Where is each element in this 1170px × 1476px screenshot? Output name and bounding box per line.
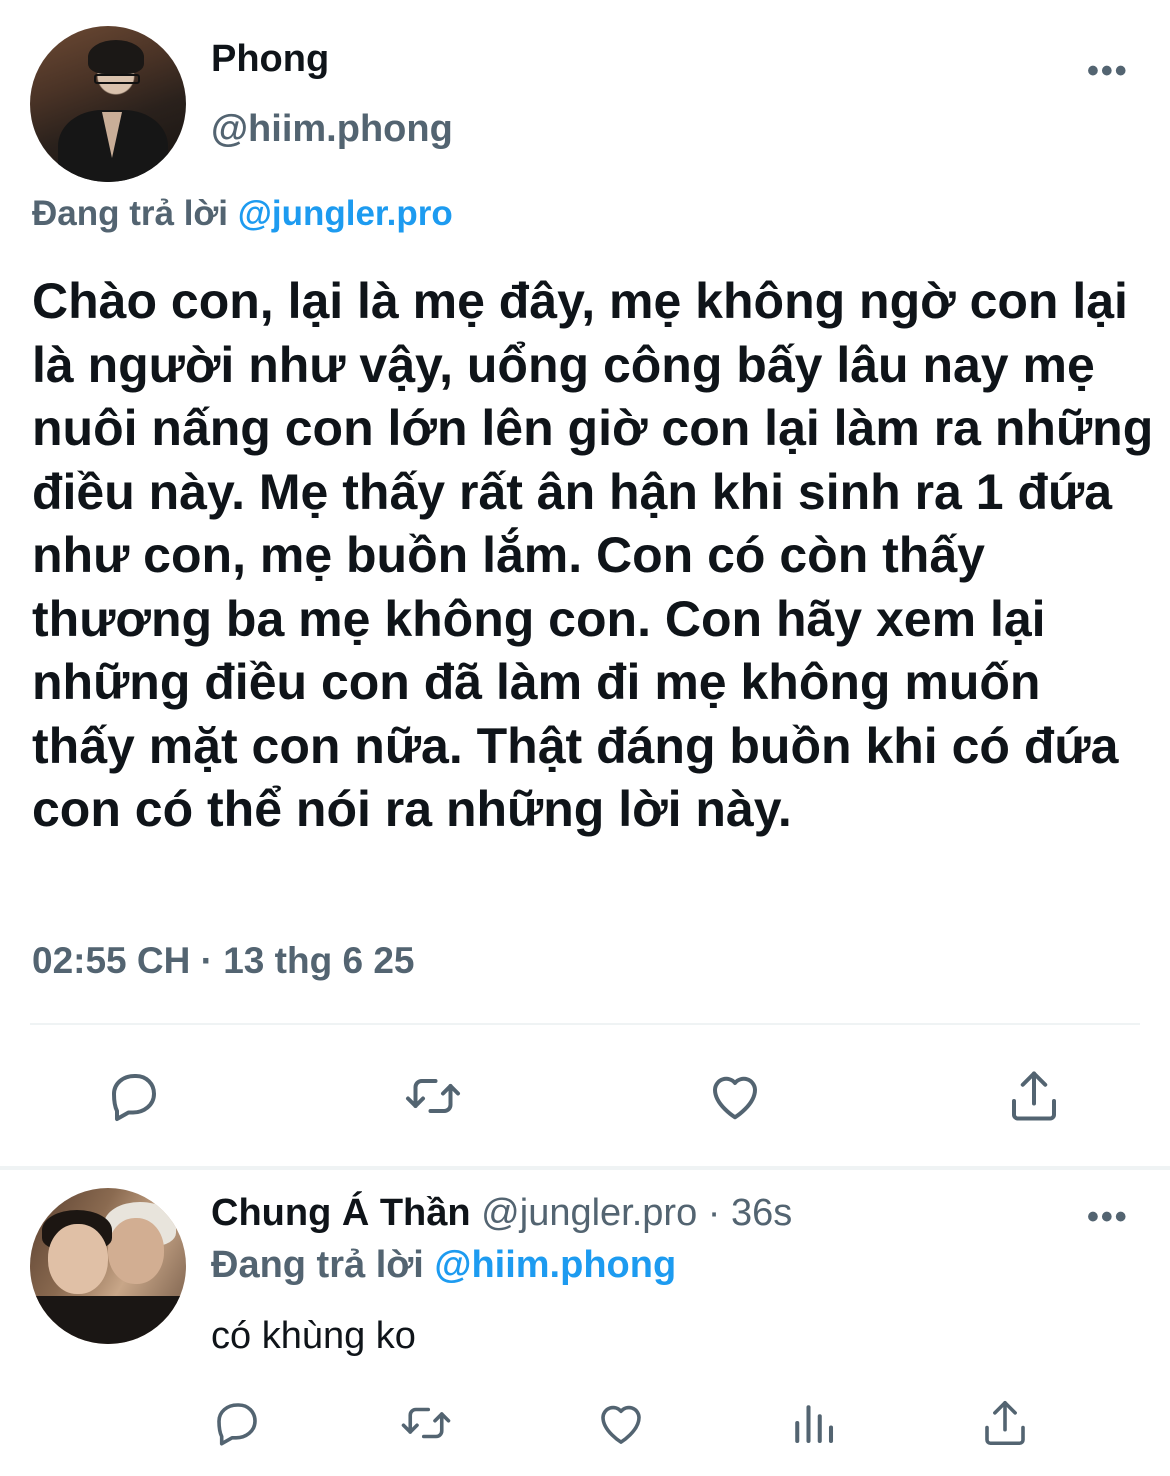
more-options-icon[interactable]: •••	[1087, 1198, 1129, 1237]
reply-icon[interactable]	[104, 1066, 164, 1126]
heart-icon[interactable]	[705, 1066, 765, 1126]
replying-to: Đang trả lời @jungler.pro	[32, 194, 453, 234]
reply-replying-to: Đang trả lời @hiim.phong	[211, 1244, 676, 1287]
share-icon[interactable]	[978, 1396, 1032, 1450]
more-options-icon[interactable]: •••	[1087, 52, 1129, 91]
author-name[interactable]: Phong	[211, 38, 329, 81]
reply-time[interactable]: · 36s	[697, 1192, 793, 1234]
replying-prefix: Đang trả lời	[211, 1244, 435, 1286]
reply-author-avatar[interactable]	[30, 1188, 186, 1344]
tweet-text: Chào con, lại là mẹ đây, mẹ không ngờ co…	[32, 273, 1154, 837]
views-icon[interactable]	[786, 1396, 840, 1450]
replying-prefix: Đang trả lời	[32, 194, 238, 233]
tweet-timestamp[interactable]: 02:55 CH · 13 thg 6 25	[32, 940, 414, 982]
heart-icon[interactable]	[594, 1396, 648, 1450]
replying-mention-link[interactable]: @hiim.phong	[434, 1244, 676, 1286]
author-avatar[interactable]	[30, 26, 186, 182]
retweet-icon[interactable]	[403, 1066, 463, 1126]
section-divider	[0, 1166, 1170, 1170]
reply-author-handle[interactable]: @jungler.pro	[471, 1192, 697, 1234]
retweet-icon[interactable]	[399, 1396, 453, 1450]
reply-author-name[interactable]: Chung Á Thần	[211, 1192, 471, 1234]
share-icon[interactable]	[1004, 1066, 1064, 1126]
author-handle[interactable]: @hiim.phong	[211, 108, 453, 151]
reply-header: Chung Á Thần @jungler.pro · 36s	[211, 1192, 792, 1235]
reply-text: có khùng ko	[211, 1315, 416, 1357]
reply-icon[interactable]	[210, 1396, 264, 1450]
divider	[30, 1023, 1140, 1025]
replying-mention-link[interactable]: @jungler.pro	[238, 194, 453, 233]
